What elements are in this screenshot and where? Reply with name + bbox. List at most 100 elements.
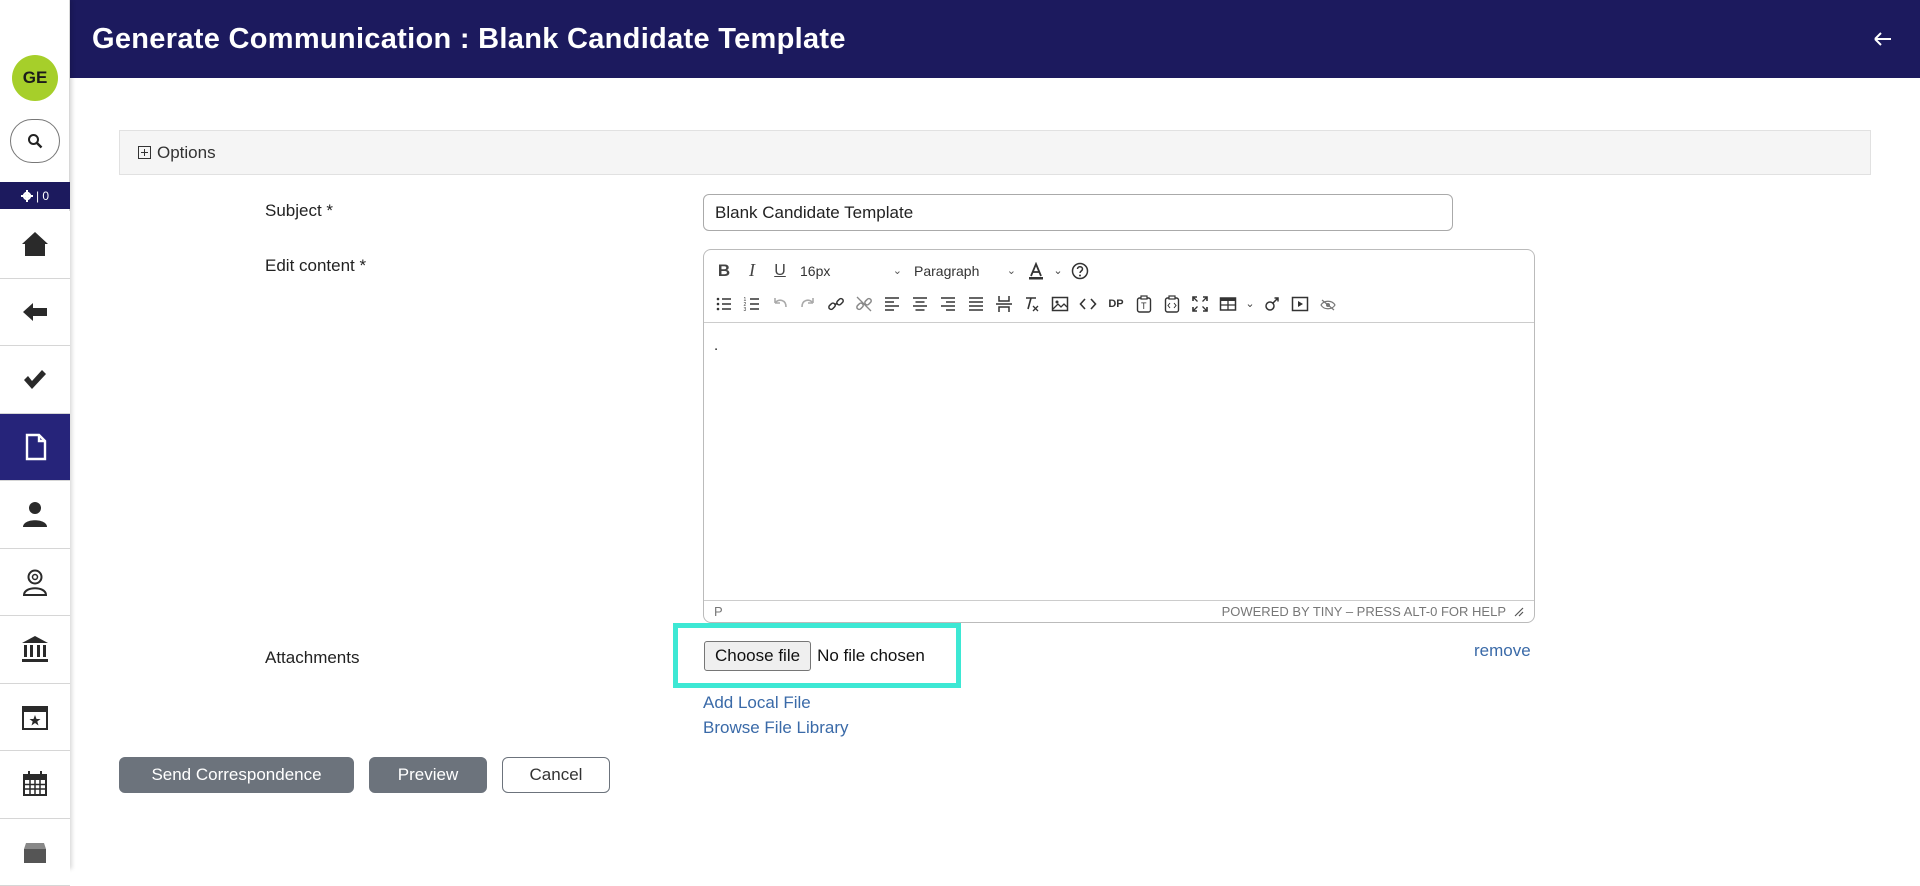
person-icon xyxy=(20,499,50,529)
add-local-file-link[interactable]: Add Local File xyxy=(703,693,811,713)
justify-button[interactable] xyxy=(962,290,990,318)
browse-file-library-link[interactable]: Browse File Library xyxy=(703,718,849,738)
block-format-select[interactable]: Paragraph ⌄ xyxy=(908,257,1022,285)
clear-formatting-button[interactable] xyxy=(1018,290,1046,318)
text-color-dropdown[interactable]: ⌄ xyxy=(1050,257,1066,285)
subject-label: Subject * xyxy=(265,201,333,221)
underline-button[interactable]: U xyxy=(766,257,794,285)
dp-icon: DP xyxy=(1108,298,1123,310)
toolbar-row-1: B I U 16px ⌄ Paragraph ⌄ ⌄ xyxy=(710,254,1528,287)
italic-button[interactable]: I xyxy=(738,257,766,285)
template-code-icon xyxy=(1163,295,1181,313)
resize-handle-icon[interactable] xyxy=(1514,607,1524,617)
bank-icon xyxy=(20,634,50,664)
table-icon xyxy=(1219,295,1237,313)
unlink-button[interactable] xyxy=(850,290,878,318)
help-button[interactable] xyxy=(1066,257,1094,285)
arrow-left-icon xyxy=(1874,32,1892,46)
template-text-button[interactable]: T xyxy=(1130,290,1158,318)
sidebar-nav xyxy=(0,211,70,886)
insert-image-button[interactable] xyxy=(1046,290,1074,318)
chevron-down-icon: ⌄ xyxy=(1007,264,1016,277)
sidebar-item-tasks[interactable] xyxy=(0,346,70,414)
sidebar-item-back[interactable] xyxy=(0,279,70,347)
bullet-list-button[interactable] xyxy=(710,290,738,318)
code-icon xyxy=(1079,295,1097,313)
sidebar-item-calendar[interactable] xyxy=(0,751,70,819)
header-back-button[interactable] xyxy=(1868,24,1898,54)
cancel-button[interactable]: Cancel xyxy=(502,757,610,793)
editor-content[interactable]: . xyxy=(704,323,1534,600)
toolbar-row-2: 123 xyxy=(710,287,1528,320)
chevron-down-icon: ⌄ xyxy=(1053,264,1062,277)
avatar[interactable]: GE xyxy=(12,55,58,101)
source-code-button[interactable] xyxy=(1074,290,1102,318)
link-button[interactable] xyxy=(822,290,850,318)
table-dropdown[interactable]: ⌄ xyxy=(1242,290,1258,318)
bold-icon: B xyxy=(718,261,730,281)
page-break-button[interactable] xyxy=(990,290,1018,318)
bold-button[interactable]: B xyxy=(710,257,738,285)
undo-icon xyxy=(771,295,789,313)
undo-button[interactable] xyxy=(766,290,794,318)
underline-icon: U xyxy=(774,262,786,280)
subject-input[interactable] xyxy=(703,194,1453,231)
chevron-down-icon: ⌄ xyxy=(893,264,902,277)
archive-box-icon xyxy=(20,837,50,867)
align-left-button[interactable] xyxy=(878,290,906,318)
document-icon xyxy=(20,432,50,462)
page-title: Generate Communication : Blank Candidate… xyxy=(92,23,846,56)
fullscreen-button[interactable] xyxy=(1186,290,1214,318)
editor-branding[interactable]: POWERED BY TINY – PRESS ALT-0 FOR HELP xyxy=(1222,604,1506,619)
bullet-list-icon xyxy=(715,295,733,313)
gender-button[interactable] xyxy=(1258,290,1286,318)
search-button[interactable] xyxy=(10,119,60,163)
file-input-highlight: Choose file No file chosen xyxy=(673,623,961,688)
content-label: Edit content * xyxy=(265,256,366,276)
template-code-button[interactable] xyxy=(1158,290,1186,318)
svg-text:T: T xyxy=(1141,301,1147,311)
rich-text-editor: B I U 16px ⌄ Paragraph ⌄ ⌄ 1 xyxy=(703,249,1535,623)
sidebar-item-home[interactable] xyxy=(0,211,70,279)
dp-button[interactable]: DP xyxy=(1102,290,1130,318)
editor-statusbar: P POWERED BY TINY – PRESS ALT-0 FOR HELP xyxy=(704,600,1534,622)
sidebar-item-events[interactable] xyxy=(0,684,70,752)
sidebar-item-documents[interactable] xyxy=(0,414,70,482)
sidebar: GE | 0 xyxy=(0,0,70,869)
block-format-value: Paragraph xyxy=(914,263,979,279)
numbered-list-button[interactable]: 123 xyxy=(738,290,766,318)
template-text-icon: T xyxy=(1135,295,1153,313)
gear-icon xyxy=(21,190,33,202)
send-correspondence-button[interactable]: Send Correspondence xyxy=(119,757,354,793)
font-size-value: 16px xyxy=(800,263,830,279)
home-icon xyxy=(20,229,50,259)
play-video-icon xyxy=(1291,295,1309,313)
settings-status[interactable]: | 0 xyxy=(0,182,70,209)
sidebar-item-archive[interactable] xyxy=(0,819,70,886)
redo-button[interactable] xyxy=(794,290,822,318)
svg-text:3: 3 xyxy=(744,307,747,313)
clear-formatting-icon xyxy=(1023,295,1041,313)
image-icon xyxy=(1051,295,1069,313)
sidebar-item-companies[interactable] xyxy=(0,616,70,684)
sidebar-item-candidates[interactable] xyxy=(0,481,70,549)
options-toggle[interactable]: Options xyxy=(119,130,1871,175)
align-right-button[interactable] xyxy=(934,290,962,318)
choose-file-button[interactable]: Choose file xyxy=(704,641,811,671)
file-status: No file chosen xyxy=(817,646,925,666)
search-icon xyxy=(27,133,43,149)
font-size-select[interactable]: 16px ⌄ xyxy=(794,257,908,285)
sidebar-item-contacts[interactable] xyxy=(0,549,70,617)
table-button[interactable] xyxy=(1214,290,1242,318)
remove-attachment-link[interactable]: remove xyxy=(1474,641,1531,661)
element-path[interactable]: P xyxy=(714,604,723,619)
checkmark-icon xyxy=(20,364,50,394)
calendar-grid-icon xyxy=(20,769,50,799)
preview-eye-button[interactable] xyxy=(1314,290,1342,318)
align-center-button[interactable] xyxy=(906,290,934,318)
calendar-star-icon xyxy=(20,702,50,732)
media-button[interactable] xyxy=(1286,290,1314,318)
text-color-button[interactable] xyxy=(1022,257,1050,285)
attachments-label: Attachments xyxy=(265,648,360,668)
preview-button[interactable]: Preview xyxy=(369,757,487,793)
